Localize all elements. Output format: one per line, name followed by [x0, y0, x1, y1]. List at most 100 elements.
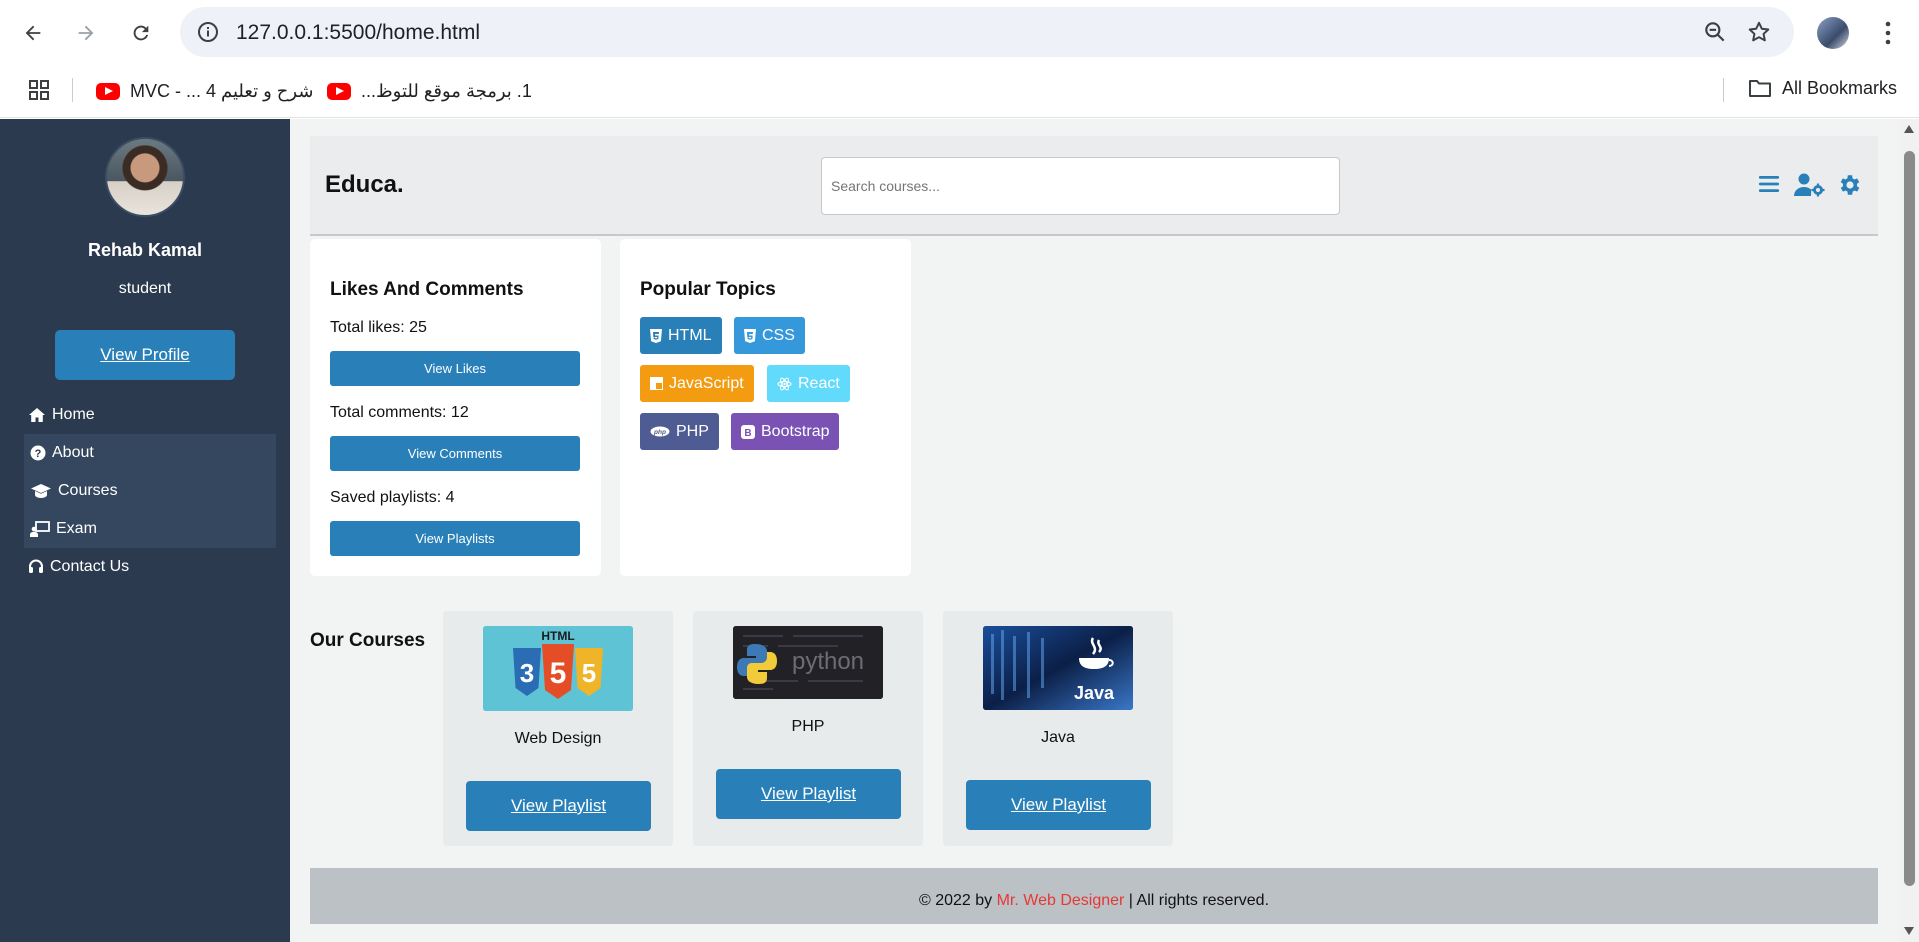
topic-tag-php[interactable]: php PHP: [640, 413, 719, 450]
scroll-up-arrow-icon[interactable]: [1904, 125, 1914, 133]
svg-text:3: 3: [520, 658, 534, 688]
headset-icon: [29, 559, 43, 573]
search-input[interactable]: [821, 157, 1340, 215]
topic-tag-bootstrap[interactable]: B Bootstrap: [731, 413, 840, 450]
menu-icon[interactable]: [1757, 172, 1781, 201]
svg-text:php: php: [653, 429, 666, 436]
view-likes-button[interactable]: View Likes: [330, 351, 580, 386]
svg-text:5: 5: [550, 657, 567, 690]
avatar: [105, 137, 185, 217]
browser-profile-avatar[interactable]: [1817, 17, 1849, 49]
sidebar-item-exam[interactable]: Exam: [24, 510, 276, 548]
course-card-php: python PHP View Playlist: [693, 611, 923, 846]
reload-icon: [133, 25, 149, 41]
graduation-cap-icon: [31, 484, 51, 498]
topic-tag-javascript[interactable]: JavaScript: [640, 365, 754, 402]
bookmark-star-icon[interactable]: [1746, 19, 1772, 50]
topic-tag-html[interactable]: HTML: [640, 317, 722, 354]
view-playlist-button[interactable]: View Playlist: [966, 780, 1151, 830]
bookmark-label: 1. برمجة موقع للتوظ...: [361, 80, 532, 101]
page-viewport: Rehab Kamal student View Profile Home ? …: [0, 119, 1919, 942]
all-bookmarks-label: All Bookmarks: [1782, 77, 1898, 98]
card-title: Likes And Comments: [330, 279, 524, 300]
sidebar-item-label: About: [52, 444, 94, 461]
folder-icon: [1749, 80, 1771, 97]
js-icon: [650, 377, 663, 390]
all-bookmarks-button[interactable]: All Bookmarks: [1748, 77, 1897, 99]
bookmark-item[interactable]: 1. برمجة موقع للتوظ...: [327, 77, 532, 105]
bookmark-label: شرح و تعليم 4 ... - MVC: [130, 80, 314, 101]
bookmarks-divider: [1723, 78, 1724, 102]
bookmark-item[interactable]: شرح و تعليم 4 ... - MVC: [96, 77, 313, 105]
total-comments: Total comments: 12: [330, 404, 469, 421]
course-card-java: Java Java View Playlist: [943, 611, 1173, 846]
zoom-icon[interactable]: [1702, 19, 1728, 50]
apps-grid-icon[interactable]: [27, 78, 51, 107]
footer-author-link[interactable]: Mr. Web Designer: [997, 892, 1125, 910]
scroll-down-arrow-icon[interactable]: [1904, 927, 1914, 935]
sidebar-item-courses[interactable]: Courses: [24, 472, 276, 510]
sidebar-item-label: Home: [52, 406, 95, 423]
view-comments-button[interactable]: View Comments: [330, 436, 580, 471]
sidebar-item-label: Exam: [56, 520, 97, 537]
topic-tag-label: CSS: [762, 326, 795, 344]
popular-topics-card: Popular Topics HTML CSS JavaScript React…: [620, 239, 911, 576]
courses-section-title: Our Courses: [310, 630, 426, 651]
css3-icon: [744, 328, 756, 343]
user-name: Rehab Kamal: [87, 240, 203, 260]
address-bar[interactable]: 127.0.0.1:5500/home.html: [180, 7, 1794, 57]
bookmarks-divider: [72, 78, 73, 102]
footer-suffix: | All rights reserved.: [1128, 892, 1270, 909]
course-name: Java: [1041, 729, 1075, 746]
back-button[interactable]: [17, 17, 49, 49]
likes-comments-card: Likes And Comments Total likes: 25 View …: [310, 239, 601, 576]
gear-icon[interactable]: [1837, 172, 1863, 203]
sidebar-item-about[interactable]: ? About: [24, 434, 276, 472]
sidebar-item-home[interactable]: Home: [24, 396, 276, 434]
sidebar-item-label: Courses: [58, 482, 118, 499]
sidebar-menu: Home ? About Courses Exam Contact Us: [24, 396, 276, 586]
page-header: Educa.: [310, 136, 1878, 236]
page-scrollbar[interactable]: [1900, 119, 1919, 942]
chalkboard-user-icon: [30, 521, 50, 537]
html5-icon: [650, 328, 662, 343]
bootstrap-icon: B: [741, 424, 755, 439]
sidebar-item-label: Contact Us: [50, 558, 130, 575]
sidebar-item-contact[interactable]: Contact Us: [24, 548, 276, 586]
thumb-label: HTML: [541, 629, 574, 643]
view-playlist-button[interactable]: View Playlist: [466, 781, 651, 831]
topic-tag-label: PHP: [676, 422, 709, 440]
sidebar: Rehab Kamal student View Profile Home ? …: [0, 119, 290, 942]
site-info-icon[interactable]: [196, 20, 220, 49]
course-thumbnail[interactable]: python: [733, 626, 883, 699]
course-thumbnail[interactable]: HTML 3 5 5: [483, 626, 633, 711]
course-card-web-design: HTML 3 5 5 Web Design View Playlist: [443, 611, 673, 846]
forward-button[interactable]: [70, 17, 102, 49]
course-thumbnail[interactable]: Java: [983, 626, 1133, 710]
thumb-label: Java: [1074, 683, 1115, 703]
card-title: Popular Topics: [640, 279, 776, 300]
view-playlist-button[interactable]: View Playlist: [716, 769, 901, 819]
user-gear-icon[interactable]: [1794, 172, 1826, 203]
youtube-icon: [327, 82, 351, 100]
course-name: PHP: [791, 718, 825, 735]
topic-tag-label: Bootstrap: [761, 422, 830, 440]
view-playlists-button[interactable]: View Playlists: [330, 521, 580, 556]
arrow-right-icon: [78, 25, 94, 41]
youtube-icon: [96, 82, 120, 100]
topic-tag-react[interactable]: React: [767, 365, 850, 402]
bookmarks-bar: شرح و تعليم 4 ... - MVC 1. برمجة موقع لل…: [0, 66, 1919, 118]
topic-tag-css[interactable]: CSS: [734, 317, 805, 354]
browser-menu-icon[interactable]: [1876, 18, 1900, 53]
topic-tag-label: HTML: [668, 326, 712, 344]
url-text[interactable]: 127.0.0.1:5500/home.html: [236, 21, 480, 45]
view-profile-button[interactable]: View Profile: [55, 330, 235, 380]
question-circle-icon: ?: [30, 445, 46, 461]
brand-logo[interactable]: Educa.: [325, 171, 404, 199]
browser-toolbar: 127.0.0.1:5500/home.html: [0, 0, 1919, 66]
reload-button[interactable]: [125, 17, 157, 49]
scrollbar-thumb[interactable]: [1904, 151, 1915, 886]
php-icon: php: [650, 426, 670, 437]
svg-text:B: B: [744, 428, 751, 439]
user-role: student: [118, 280, 172, 297]
